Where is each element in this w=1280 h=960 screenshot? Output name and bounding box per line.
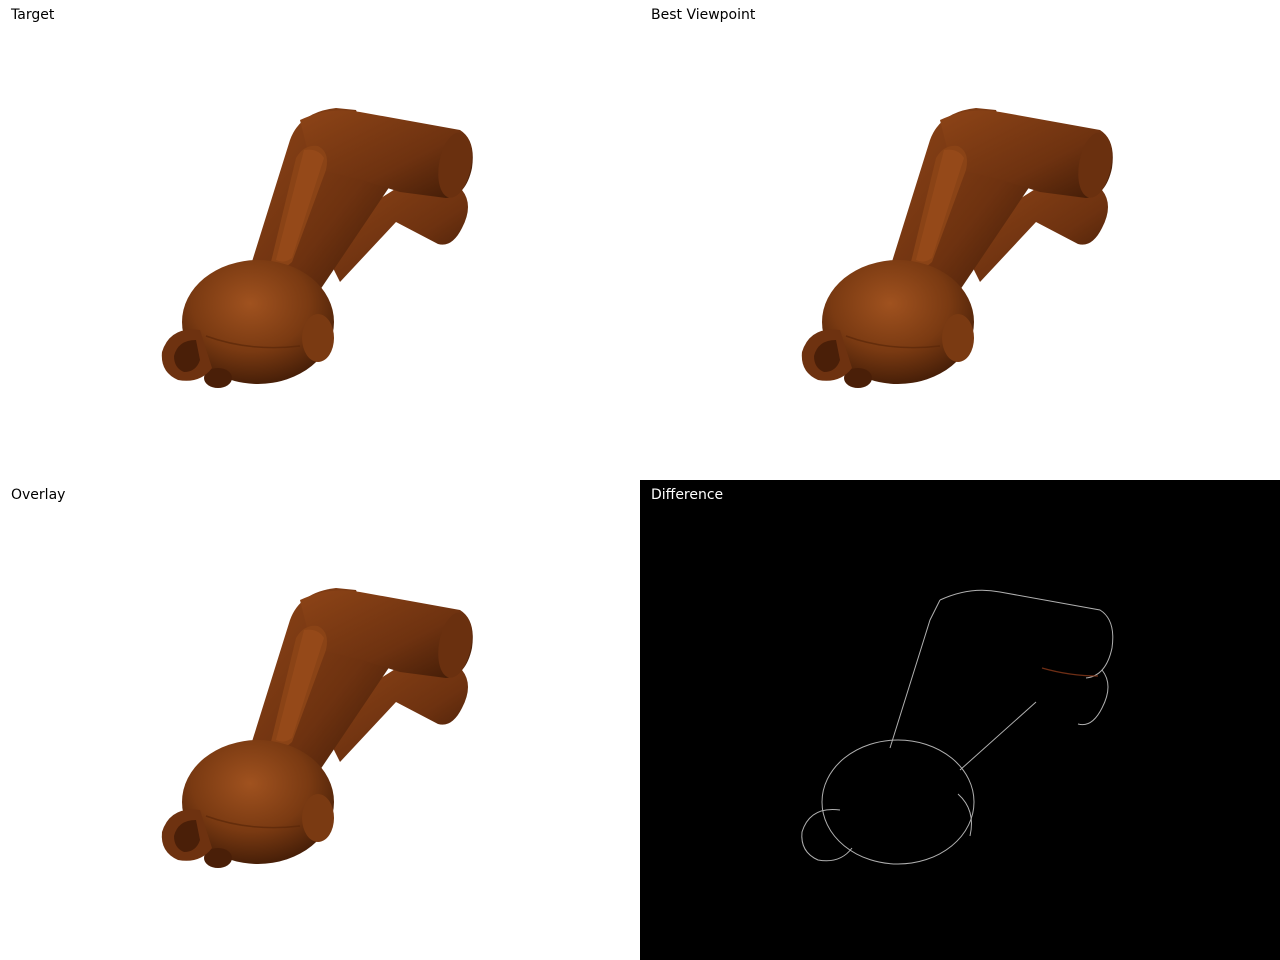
overlay-label: Overlay (11, 487, 66, 503)
target-render (161, 107, 478, 389)
best-viewpoint-panel: Best Viewpoint (640, 0, 1280, 480)
difference-panel: Difference (640, 480, 1280, 960)
target-panel: Target (0, 0, 640, 480)
target-label: Target (11, 7, 55, 23)
difference-label: Difference (651, 487, 724, 503)
comparison-grid: Target Best Viewpoint Overlay Difference (0, 0, 1280, 960)
difference-render (801, 589, 1114, 865)
overlay-panel: Overlay (0, 480, 640, 960)
best-viewpoint-label: Best Viewpoint (651, 7, 756, 23)
best-viewpoint-render (801, 107, 1118, 389)
overlay-render (161, 587, 478, 869)
